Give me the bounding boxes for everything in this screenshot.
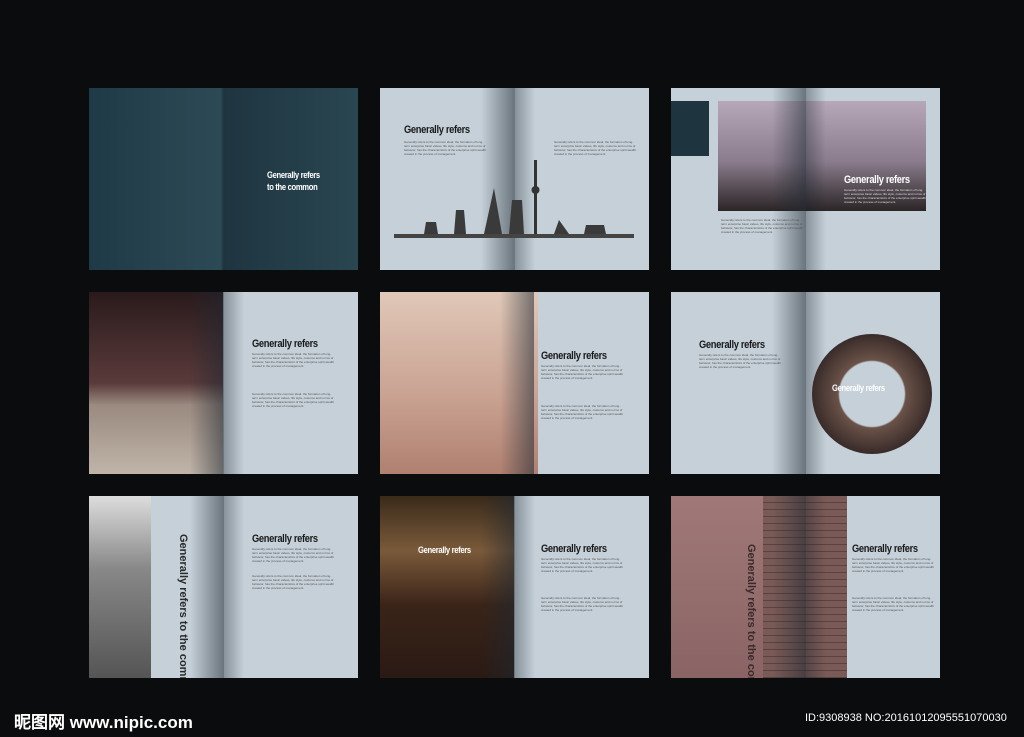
heading: Generally refers [832,383,885,393]
body-text: Generally refers to the common ideal, th… [252,352,335,368]
vertical-title: Generally refers to the common [745,544,757,678]
spread-cover: Generally refers to the common [89,88,358,270]
watermark-url: www.nipic.com [69,713,193,732]
body-text: Generally refers to the common ideal, th… [252,574,335,590]
cover-title-1: Generally refers [267,170,320,180]
body-text: Generally refers to the common ideal, th… [699,353,782,369]
heading: Generally refers [541,543,607,555]
park-photo [89,496,151,678]
watermark-id: ID:9308938 NO:20161012095551070030 [805,712,1007,724]
city-skyline-image [394,160,634,238]
spread-park: Generally refers to the common Generally… [89,496,358,678]
circle-photo [812,334,932,454]
spread-circle: Generally refers Generally refers to the… [671,292,940,474]
body-text: Generally refers to the common ideal, th… [541,404,624,420]
heading: Generally refers [418,545,471,555]
spread-woman-window: Generally refers Generally refers to the… [89,292,358,474]
heading: Generally refers [252,338,318,350]
body-text: Generally refers to the common ideal, th… [252,392,335,408]
body-text: Generally refers to the common ideal, th… [541,364,624,380]
heading: Generally refers [541,350,607,362]
woman-rings-photo [380,292,538,474]
body-text: Generally refers to the common ideal, th… [852,557,935,573]
body-text: Generally refers to the common ideal, th… [541,596,624,612]
body-text: Generally refers to the common ideal, th… [844,188,927,204]
vertical-title: Generally refers to the common [177,534,189,678]
heading: Generally refers [699,339,765,351]
spread-rings: Generally refers Generally refers to the… [380,292,649,474]
body-text: Generally refers to the common ideal, th… [852,596,935,612]
body-text: Generally refers to the common ideal, th… [541,557,624,573]
heading: Generally refers [404,124,470,136]
watermark-site: 昵图网 www.nipic.com [14,708,193,733]
cover-title-2: to the common [267,182,318,192]
heading: Generally refers [852,543,918,555]
spread-lamp: Generally refers to the common Generally… [671,496,940,678]
dining-table-photo [380,496,514,678]
spread-skyline: Generally refers Generally refers to the… [380,88,649,270]
woman-window-photo [89,292,223,474]
heading: Generally refers [844,174,910,186]
spread-balloons: Generally refers Generally refers to the… [671,88,940,270]
body-text: Generally refers to the common ideal, th… [721,218,804,234]
watermark-logo: 昵图网 [14,713,65,732]
body-text: Generally refers to the common ideal, th… [252,547,335,563]
heading: Generally refers [252,533,318,545]
spread-dining: Generally refers Generally refers Genera… [380,496,649,678]
brick-pillar-photo [763,496,847,678]
panel-block [671,101,709,156]
